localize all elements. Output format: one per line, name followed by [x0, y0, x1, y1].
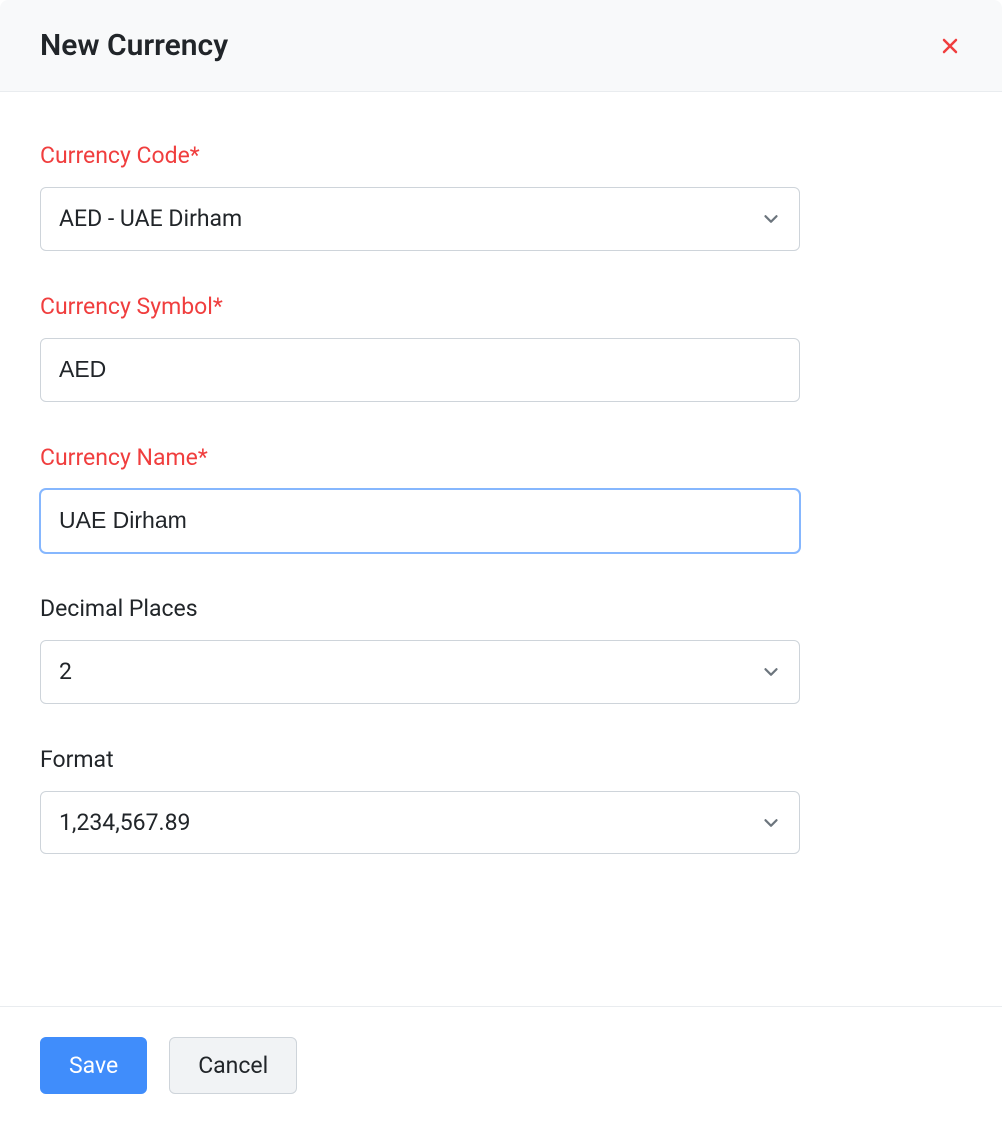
currency-code-select[interactable]: AED - UAE Dirham	[40, 187, 800, 251]
currency-code-group: Currency Code* AED - UAE Dirham	[40, 142, 800, 251]
format-value: 1,234,567.89	[40, 791, 800, 855]
decimal-places-group: Decimal Places 2	[40, 595, 800, 704]
decimal-places-value: 2	[40, 640, 800, 704]
new-currency-modal: New Currency Currency Code* AED - UAE Di…	[0, 0, 1002, 1124]
currency-code-label: Currency Code*	[40, 142, 800, 169]
modal-footer: Save Cancel	[0, 1006, 1002, 1124]
currency-symbol-input[interactable]	[40, 338, 800, 402]
format-label: Format	[40, 746, 800, 773]
save-button[interactable]: Save	[40, 1037, 147, 1094]
close-icon[interactable]	[938, 34, 962, 58]
currency-symbol-group: Currency Symbol*	[40, 293, 800, 402]
modal-title: New Currency	[40, 28, 228, 63]
currency-name-label: Currency Name*	[40, 444, 800, 471]
cancel-button[interactable]: Cancel	[169, 1037, 297, 1094]
format-group: Format 1,234,567.89	[40, 746, 800, 855]
currency-symbol-label: Currency Symbol*	[40, 293, 800, 320]
currency-code-value: AED - UAE Dirham	[40, 187, 800, 251]
decimal-places-label: Decimal Places	[40, 595, 800, 622]
currency-name-input[interactable]	[40, 489, 800, 553]
modal-header: New Currency	[0, 0, 1002, 92]
currency-name-group: Currency Name*	[40, 444, 800, 553]
modal-body: Currency Code* AED - UAE Dirham Currency…	[0, 92, 1002, 1006]
format-select[interactable]: 1,234,567.89	[40, 791, 800, 855]
decimal-places-select[interactable]: 2	[40, 640, 800, 704]
